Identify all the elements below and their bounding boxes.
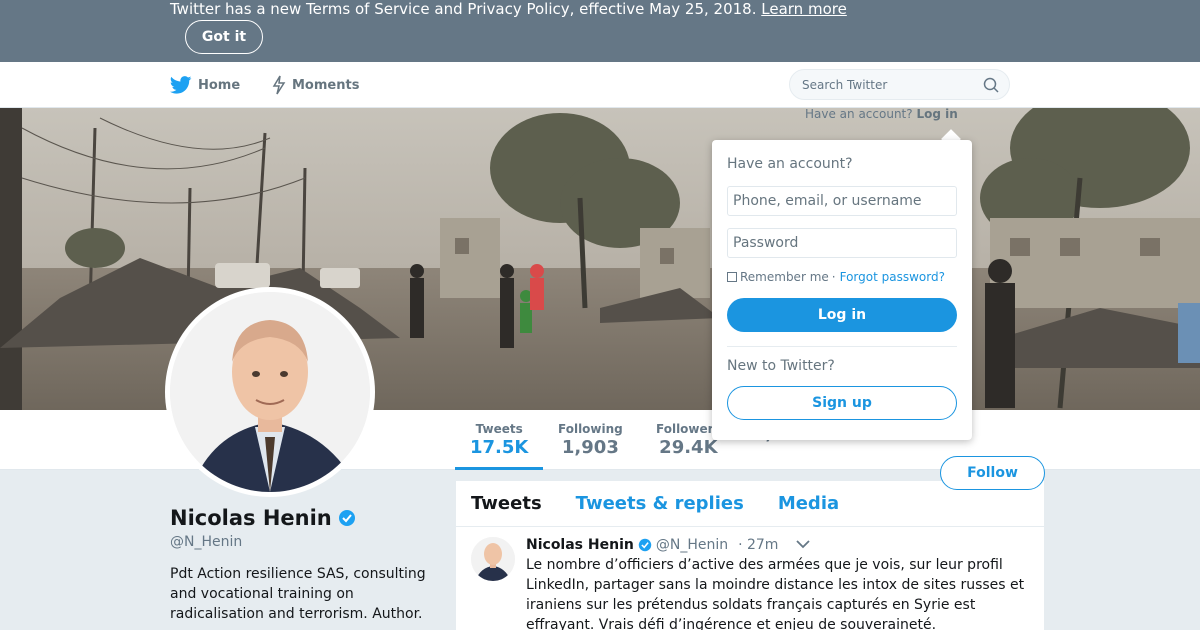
stat-following-value: 1,903	[561, 437, 619, 458]
nav-login-link[interactable]: Log in	[916, 107, 957, 121]
login-heading: Have an account?	[727, 156, 853, 172]
profile-name: Nicolas Henin	[170, 506, 356, 530]
tweet-timestamp[interactable]: · 27m	[738, 537, 778, 553]
timeline: Tweets Tweets & replies Media Nicolas He…	[456, 481, 1044, 630]
have-account-text: Have an account?	[805, 107, 913, 121]
stat-tweets-value: 17.5K	[470, 437, 529, 458]
remember-separator: ·	[831, 270, 836, 284]
username-field[interactable]	[727, 186, 957, 216]
moments-bolt-icon	[272, 75, 286, 95]
twitter-bird-icon	[170, 76, 192, 94]
stat-following-label: Following	[558, 422, 623, 436]
stat-followers-label: Followers	[656, 422, 721, 436]
login-button[interactable]: Log in	[727, 298, 957, 332]
have-account-prompt: Have an account? Log in	[805, 107, 958, 121]
nav-moments[interactable]: Moments	[272, 62, 359, 108]
tweet-header: Nicolas Henin @N_Henin · 27m	[526, 537, 1032, 553]
search-icon[interactable]	[983, 77, 999, 93]
stat-following[interactable]: Following 1,903	[558, 422, 623, 458]
profile-name-text: Nicolas Henin	[170, 506, 332, 530]
terms-banner: Twitter has a new Terms of Service and P…	[0, 0, 1200, 62]
avatar-photo	[170, 292, 370, 492]
nav-moments-label: Moments	[292, 77, 360, 93]
remember-me-checkbox[interactable]	[727, 272, 737, 282]
tweet-avatar[interactable]	[471, 537, 515, 581]
new-to-twitter-heading: New to Twitter?	[727, 358, 835, 374]
signup-button[interactable]: Sign up	[727, 386, 957, 420]
nav-home-label: Home	[198, 77, 241, 93]
verified-badge-icon	[338, 510, 355, 526]
tab-media[interactable]: Media	[778, 493, 839, 514]
avatar-portrait	[170, 292, 370, 492]
stat-tweets-label: Tweets	[475, 422, 523, 436]
terms-banner-text: Twitter has a new Terms of Service and P…	[170, 0, 847, 18]
top-navbar: Home Moments Search Twitter	[0, 62, 1200, 108]
learn-more-link[interactable]: Learn more	[761, 0, 847, 18]
tweet-text: Le nombre d’officiers d’active des armée…	[526, 557, 1025, 630]
got-it-button[interactable]: Got it	[185, 20, 263, 54]
active-stat-underline	[455, 467, 543, 470]
tweet-author-name[interactable]: Nicolas Henin	[526, 537, 634, 553]
nav-home[interactable]: Home	[170, 62, 240, 108]
remember-me-label[interactable]: Remember me	[740, 270, 829, 284]
profile-handle[interactable]: @N_Henin	[170, 534, 242, 550]
login-divider	[727, 346, 957, 347]
stat-followers[interactable]: Followers 29.4K	[656, 422, 721, 458]
profile-avatar[interactable]	[165, 287, 375, 497]
stat-tweets[interactable]: Tweets 17.5K	[470, 422, 528, 458]
password-field[interactable]	[727, 228, 957, 258]
forgot-password-link[interactable]: Forgot password?	[840, 270, 945, 284]
stat-followers-value: 29.4K	[659, 437, 718, 458]
tab-tweets-replies[interactable]: Tweets & replies	[576, 493, 744, 514]
search-box[interactable]: Search Twitter	[789, 69, 1010, 100]
tab-tweets[interactable]: Tweets	[471, 493, 542, 514]
profile-bio: Pdt Action resilience SAS, consulting an…	[170, 566, 426, 622]
remember-row: Remember me · Forgot password?	[727, 270, 945, 284]
tweet-author-handle[interactable]: @N_Henin	[656, 537, 728, 553]
chevron-down-icon[interactable]	[796, 539, 810, 549]
tweet[interactable]: Nicolas Henin @N_Henin · 27m Le nombre d…	[456, 527, 1044, 630]
follow-button[interactable]: Follow	[940, 456, 1045, 490]
tweet-avatar-portrait	[471, 537, 515, 581]
login-dropdown: Have an account? Remember me · Forgot pa…	[712, 140, 972, 440]
terms-banner-message: Twitter has a new Terms of Service and P…	[170, 0, 757, 18]
verified-badge-icon	[638, 538, 652, 552]
search-placeholder: Search Twitter	[802, 78, 888, 92]
